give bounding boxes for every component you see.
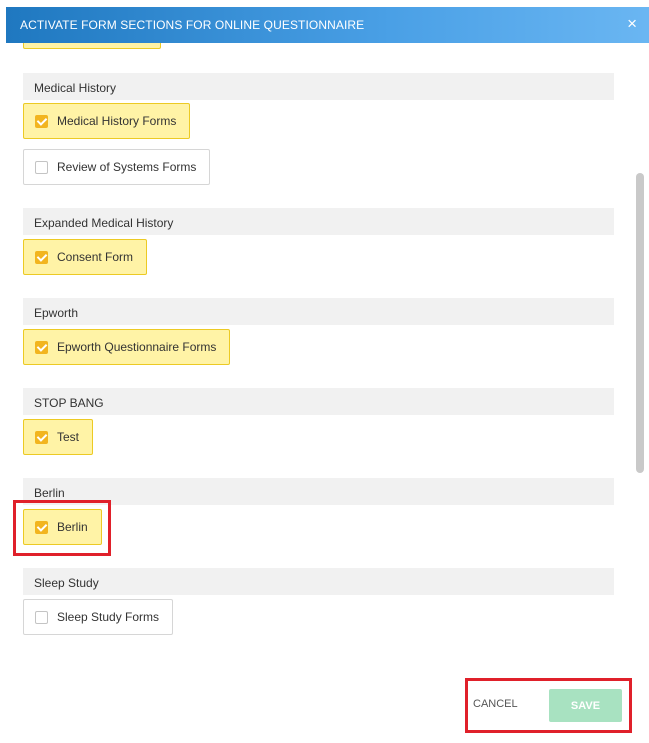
checkbox-checked-icon[interactable] xyxy=(35,430,48,444)
dialog-title: ACTIVATE FORM SECTIONS FOR ONLINE QUESTI… xyxy=(20,18,365,32)
option-label: Sleep Study Forms xyxy=(57,610,160,624)
scrollbar[interactable] xyxy=(635,43,649,563)
option-review-of-systems-forms[interactable]: Review of Systems Forms xyxy=(23,149,211,185)
checkbox-checked-icon[interactable] xyxy=(35,520,48,534)
dialog-header: ACTIVATE FORM SECTIONS FOR ONLINE QUESTI… xyxy=(6,7,649,43)
checkbox-unchecked-icon[interactable] xyxy=(35,160,48,174)
partial-checked-option[interactable] xyxy=(23,43,161,49)
option-label: Medical History Forms xyxy=(57,114,177,128)
option-consent-form[interactable]: Consent Form xyxy=(23,239,148,275)
close-icon[interactable]: × xyxy=(627,14,637,34)
section-header-epworth: Epworth xyxy=(23,298,614,325)
section-header-berlin: Berlin xyxy=(23,478,614,505)
section-header-stop-bang: STOP BANG xyxy=(23,388,614,415)
option-sleep-study-forms[interactable]: Sleep Study Forms xyxy=(23,599,174,635)
option-label: Review of Systems Forms xyxy=(57,160,197,174)
option-label: Berlin xyxy=(57,520,88,534)
option-test[interactable]: Test xyxy=(23,419,94,455)
checkbox-checked-icon[interactable] xyxy=(35,114,48,128)
option-medical-history-forms[interactable]: Medical History Forms xyxy=(23,103,191,139)
scrollbar-thumb[interactable] xyxy=(636,173,644,473)
option-epworth-questionnaire-forms[interactable]: Epworth Questionnaire Forms xyxy=(23,329,231,365)
option-label: Consent Form xyxy=(57,250,134,264)
section-header-expanded-medical-history: Expanded Medical History xyxy=(23,208,614,235)
option-berlin[interactable]: Berlin xyxy=(23,509,102,545)
cancel-button[interactable]: CANCEL xyxy=(473,698,518,710)
option-label: Epworth Questionnaire Forms xyxy=(57,340,217,354)
section-header-sleep-study: Sleep Study xyxy=(23,568,614,595)
section-header-medical-history: Medical History xyxy=(23,73,614,100)
checkbox-checked-icon[interactable] xyxy=(35,250,48,264)
option-label: Test xyxy=(57,430,80,444)
checkbox-unchecked-icon[interactable] xyxy=(35,610,48,624)
checkbox-checked-icon[interactable] xyxy=(35,340,48,354)
save-button[interactable]: SAVE xyxy=(549,689,622,722)
form-sections-list[interactable]: Medical History Medical History Forms Re… xyxy=(0,43,635,643)
